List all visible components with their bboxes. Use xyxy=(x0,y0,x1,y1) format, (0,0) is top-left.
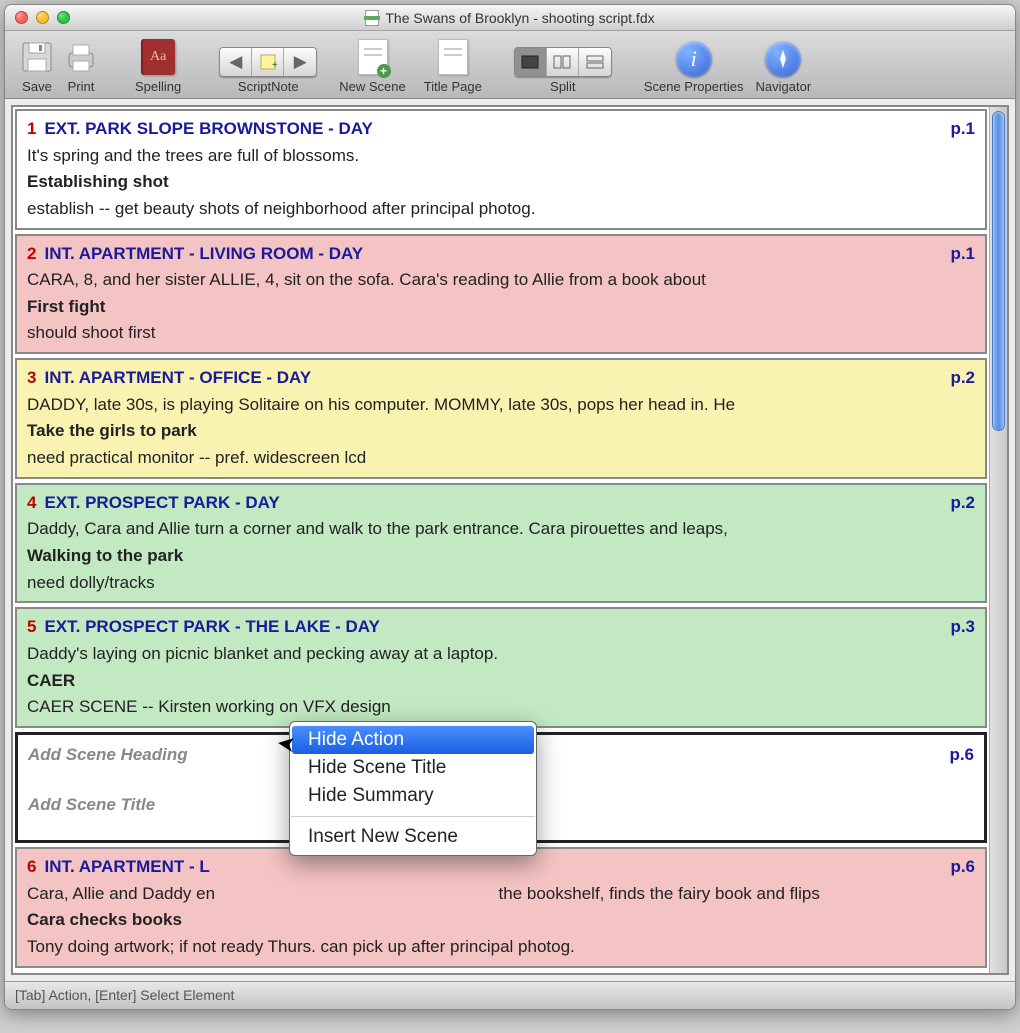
split-single-button[interactable] xyxy=(515,48,547,76)
floppy-icon xyxy=(17,37,57,77)
scene-title[interactable]: Cara checks books xyxy=(27,908,975,933)
app-window: The Swans of Brooklyn - shooting script.… xyxy=(4,4,1016,1010)
scriptnote-next-button[interactable]: ▶ xyxy=(284,48,316,76)
scene-summary[interactable]: should shoot first xyxy=(27,321,975,346)
scene-title[interactable]: First fight xyxy=(27,295,975,320)
scene-card[interactable]: 4 EXT. PROSPECT PARK - DAY p.2Daddy, Cara … xyxy=(15,483,987,604)
scene-heading-placeholder[interactable]: Add Scene Heading xyxy=(28,743,188,768)
minimize-button[interactable] xyxy=(36,11,49,24)
scene-page: p.1 xyxy=(950,117,975,142)
scene-heading[interactable]: INT. APARTMENT - L xyxy=(44,857,209,876)
titlepage-button[interactable]: Title Page xyxy=(424,37,482,94)
spelling-button[interactable]: Aa Spelling xyxy=(135,37,181,94)
scene-page: p.2 xyxy=(950,366,975,391)
scene-card[interactable]: 3 INT. APARTMENT - OFFICE - DAY p.2DADDY, … xyxy=(15,358,987,479)
info-icon: i xyxy=(676,41,712,77)
status-bar: [Tab] Action, [Enter] Select Element xyxy=(5,981,1015,1009)
scene-action[interactable]: DADDY, late 30s, is playing Solitaire on… xyxy=(27,393,975,418)
scene-title[interactable]: Establishing shot xyxy=(27,170,975,195)
svg-text:+: + xyxy=(272,60,277,71)
zoom-button[interactable] xyxy=(57,11,70,24)
navigator-button[interactable]: Navigator xyxy=(756,41,812,94)
scene-heading[interactable]: EXT. PROSPECT PARK - THE LAKE - DAY xyxy=(44,617,379,636)
scene-heading[interactable]: INT. APARTMENT - OFFICE - DAY xyxy=(44,368,311,387)
scrollbar[interactable] xyxy=(989,107,1007,973)
scene-action[interactable]: It's spring and the trees are full of bl… xyxy=(27,144,975,169)
scene-card[interactable]: 2 INT. APARTMENT - LIVING ROOM - DAY p.1CA… xyxy=(15,234,987,355)
scene-heading[interactable]: EXT. PARK SLOPE BROWNSTONE - DAY xyxy=(44,119,372,138)
menu-item-insert-new-scene[interactable]: Insert New Scene xyxy=(290,823,536,851)
titlebar[interactable]: The Swans of Brooklyn - shooting script.… xyxy=(5,5,1015,31)
scene-summary[interactable]: Tony doing artwork; if not ready Thurs. … xyxy=(27,935,975,960)
scene-card[interactable]: 5 EXT. PROSPECT PARK - THE LAKE - DAY p.3D… xyxy=(15,607,987,728)
scene-number: 2 xyxy=(27,244,36,263)
scene-summary[interactable]: need practical monitor -- pref. widescre… xyxy=(27,446,975,471)
scriptnote-prev-button[interactable]: ◀ xyxy=(220,48,252,76)
scene-heading[interactable]: EXT. PROSPECT PARK - DAY xyxy=(44,493,279,512)
scene-summary[interactable]: need dolly/tracks xyxy=(27,571,975,596)
scriptnote-segment: ◀ + ▶ xyxy=(219,47,317,77)
scene-summary[interactable]: CAER SCENE -- Kirsten working on VFX des… xyxy=(27,695,975,720)
scene-title[interactable]: Walking to the park xyxy=(27,544,975,569)
scriptnote-group: ◀ + ▶ ScriptNote xyxy=(219,47,317,94)
scene-number: 3 xyxy=(27,368,36,387)
menu-item-hide-scene-title[interactable]: Hide Scene Title xyxy=(290,754,536,782)
scene-number: 5 xyxy=(27,617,36,636)
context-menu: Hide ActionHide Scene TitleHide Summary I… xyxy=(289,721,537,856)
split-vertical-button[interactable] xyxy=(547,48,579,76)
split-segment xyxy=(514,47,612,77)
scene-heading[interactable]: INT. APARTMENT - LIVING ROOM - DAY xyxy=(44,244,363,263)
scene-number: 4 xyxy=(27,493,36,512)
scene-action[interactable]: Cara, Allie and Daddy enXXXXXXXXXXXXXXXX… xyxy=(27,882,975,907)
close-button[interactable] xyxy=(15,11,28,24)
scene-card[interactable]: 6 INT. APARTMENT - L p.6Cara, Allie and Da… xyxy=(15,847,987,968)
newscene-button[interactable]: + New Scene xyxy=(339,37,405,94)
scene-title[interactable]: CAER xyxy=(27,669,975,694)
menu-item-hide-action[interactable]: Hide Action xyxy=(292,726,534,754)
scene-card[interactable]: 1 EXT. PARK SLOPE BROWNSTONE - DAY p.1It's… xyxy=(15,109,987,230)
scene-action[interactable]: Daddy's laying on picnic blanket and pec… xyxy=(27,642,975,667)
print-button[interactable]: Print xyxy=(61,37,101,94)
scene-summary[interactable]: establish -- get beauty shots of neighbo… xyxy=(27,197,975,222)
menu-separator xyxy=(291,816,535,817)
save-button[interactable]: Save xyxy=(17,37,57,94)
scene-action[interactable]: Daddy, Cara and Allie turn a corner and … xyxy=(27,517,975,542)
toolbar: Save Print Aa Spelling ◀ + ▶ ScriptNote xyxy=(5,31,1015,99)
window-title: The Swans of Brooklyn - shooting script.… xyxy=(5,10,1015,26)
compass-icon xyxy=(765,41,801,77)
split-horizontal-button[interactable] xyxy=(579,48,611,76)
scene-number: 1 xyxy=(27,119,36,138)
title-page-icon xyxy=(433,37,473,77)
scene-page: p.6 xyxy=(949,743,974,768)
document-icon xyxy=(365,10,379,26)
scene-action[interactable]: CARA, 8, and her sister ALLIE, 4, sit on… xyxy=(27,268,975,293)
new-page-icon: + xyxy=(353,37,393,77)
scene-page: p.2 xyxy=(950,491,975,516)
scene-page: p.6 xyxy=(950,855,975,880)
scene-page: p.3 xyxy=(950,615,975,640)
scriptnote-add-button[interactable]: + xyxy=(252,48,284,76)
dictionary-icon: Aa xyxy=(138,37,178,77)
split-group: Split xyxy=(514,47,612,94)
printer-icon xyxy=(61,37,101,77)
scene-number: 6 xyxy=(27,857,36,876)
scene-page: p.1 xyxy=(950,242,975,267)
menu-item-hide-summary[interactable]: Hide Summary xyxy=(290,782,536,810)
scene-panel: 1EXT. PARK SLOPE BROWNSTONE - DAYp.1It's… xyxy=(11,105,1009,975)
scroll-thumb[interactable] xyxy=(992,111,1005,431)
traffic-lights xyxy=(5,11,70,24)
scene-title[interactable]: Take the girls to park xyxy=(27,419,975,444)
sceneprops-button[interactable]: i Scene Properties xyxy=(644,41,744,94)
